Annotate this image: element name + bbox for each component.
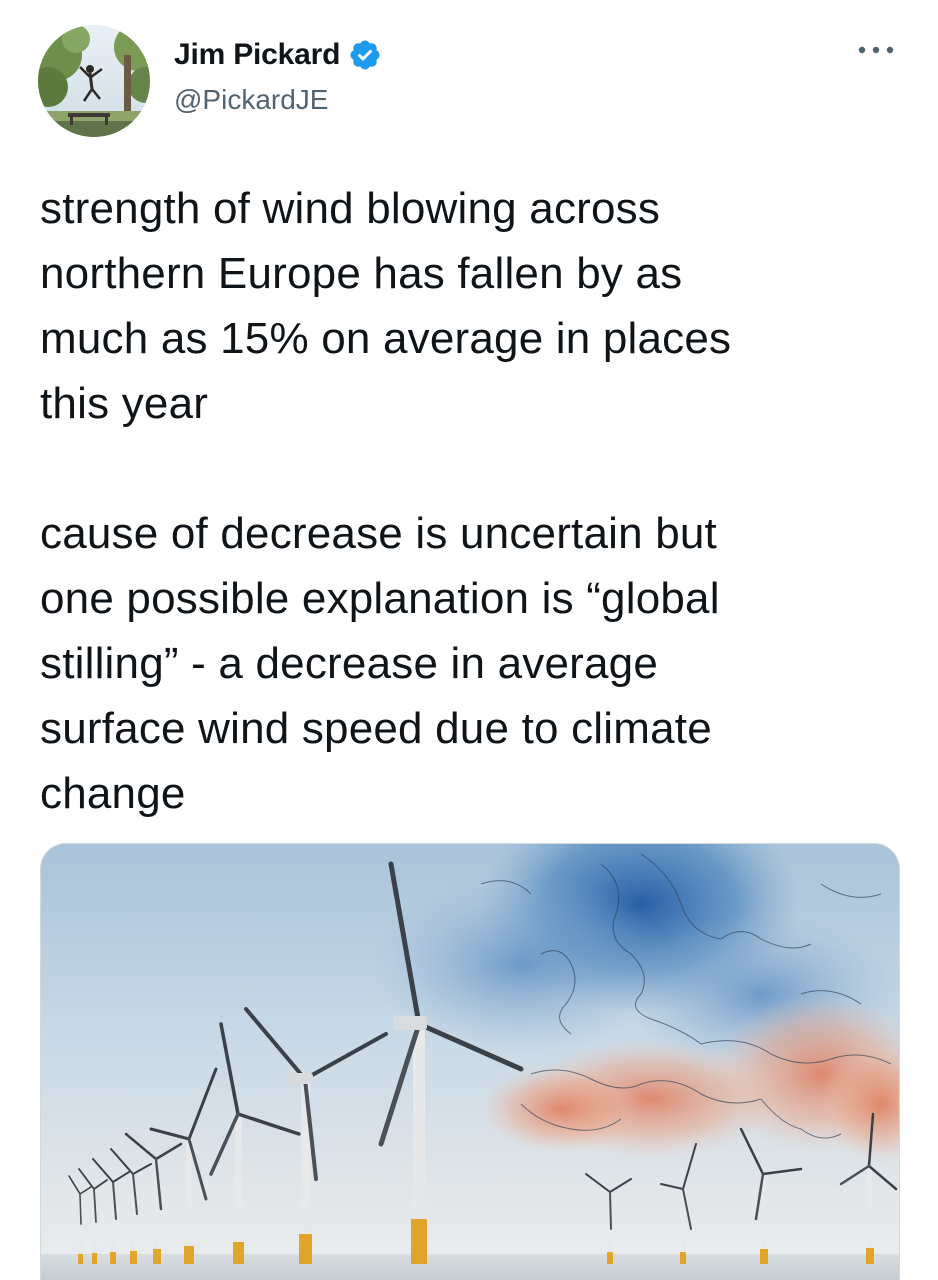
tweet-text: strength of wind blowing across northern… [40, 176, 900, 826]
author-name-row: Jim Pickard [174, 38, 382, 72]
wind-turbines-over-europe-map-image [41, 844, 899, 1280]
tweet-paragraph-1: strength of wind blowing across northern… [40, 184, 732, 428]
verified-badge-icon [350, 40, 380, 70]
author-name[interactable]: Jim Pickard [174, 38, 340, 72]
tweet: Jim Pickard @PickardJE strength of wind … [0, 0, 938, 1280]
tweet-paragraph-2: cause of decrease is uncertain but one p… [40, 509, 720, 818]
tweet-media-image[interactable] [40, 843, 900, 1280]
more-dots-icon[interactable] [856, 38, 896, 62]
author-handle[interactable]: @PickardJE [174, 84, 328, 116]
avatar[interactable] [38, 25, 150, 137]
